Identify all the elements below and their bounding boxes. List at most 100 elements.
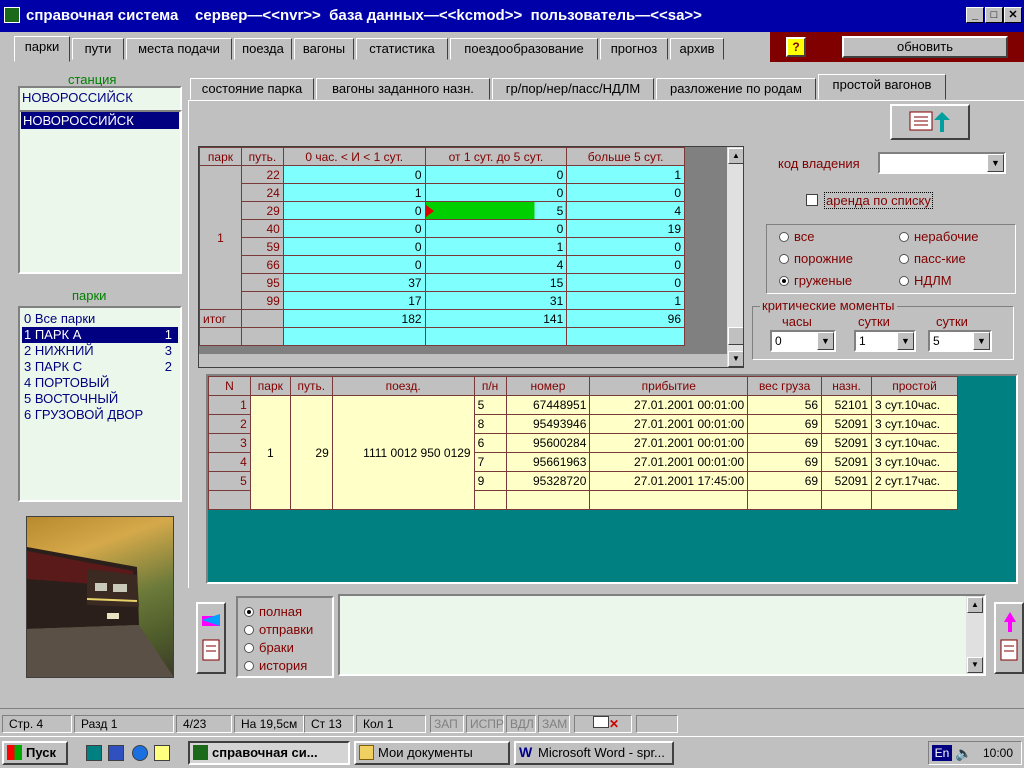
table-row[interactable]: 99 17 31 1 [200, 291, 685, 310]
count-cell[interactable]: 1 [566, 165, 685, 184]
parks-list-item[interactable]: 0 Все парки [22, 311, 178, 327]
park-grid-hscroll[interactable] [199, 353, 727, 367]
details-memo[interactable]: ▲ ▼ [338, 594, 986, 676]
pos-cell[interactable]: 6 [473, 433, 507, 453]
filter-option[interactable]: порожние [779, 251, 853, 266]
chevron-down-icon[interactable]: ▼ [987, 154, 1004, 172]
station-list[interactable]: НОВОРОССИЙСК [18, 110, 182, 274]
num-cell[interactable]: 95600284 [505, 433, 591, 453]
count-cell[interactable]: 4 [566, 201, 685, 220]
pos-cell[interactable]: 9 [473, 471, 507, 491]
park-grid-scrollbar[interactable]: ▲ ▼ [727, 147, 743, 367]
scroll-down-button[interactable]: ▼ [728, 351, 743, 367]
count-cell[interactable]: 0 [424, 183, 568, 202]
desktop-icon[interactable] [86, 745, 102, 761]
radio-icon[interactable] [899, 254, 909, 264]
idle-cell[interactable]: 3 сут.10час. [871, 433, 958, 453]
table-row[interactable]: 24 1 0 0 [200, 183, 685, 202]
radio-icon[interactable] [244, 607, 254, 617]
station-input[interactable]: НОВОРОССИЙСК [18, 86, 182, 112]
weight-cell[interactable]: 69 [747, 471, 823, 491]
hours-select[interactable]: 0 ▼ [770, 330, 836, 352]
tab-trains[interactable]: поезда [234, 38, 292, 60]
parks-list-item[interactable]: 6 ГРУЗОВОЙ ДВОР [22, 407, 178, 423]
mode-option[interactable]: браки [244, 640, 326, 658]
scroll-up-button[interactable]: ▲ [967, 597, 983, 613]
count-cell[interactable]: 0 [424, 165, 568, 184]
tab-wagons[interactable]: вагоны [294, 38, 354, 60]
count-cell[interactable]: 0 [566, 255, 685, 274]
parks-list[interactable]: 0 Все парки 1 ПАРК А 1 2 НИЖНИЙ 3 3 ПАРК С 2 4 … [18, 306, 182, 502]
arr-cell[interactable]: 27.01.2001 17:45:00 [589, 471, 749, 491]
minimize-button[interactable]: _ [966, 7, 984, 23]
speaker-icon[interactable]: 🔈 [955, 745, 972, 762]
subtab-loaded-empty[interactable]: гр/пор/нер/пасс/НДЛМ [492, 78, 654, 100]
language-indicator[interactable]: En [932, 745, 952, 761]
weight-cell[interactable]: 69 [747, 414, 823, 434]
tab-statistics[interactable]: статистика [356, 38, 448, 60]
num-cell[interactable]: 95328720 [505, 471, 591, 491]
station-list-item[interactable]: НОВОРОССИЙСК [21, 112, 179, 129]
status-ext[interactable]: ВДЛ [506, 715, 536, 733]
filter-option[interactable]: все [779, 229, 815, 244]
count-cell[interactable]: 0 [566, 273, 685, 292]
tab-parks[interactable]: парки [14, 36, 70, 62]
status-trk[interactable]: ИСПР [466, 715, 504, 733]
weight-cell[interactable]: 56 [747, 395, 823, 415]
scroll-up-button[interactable]: ▲ [728, 148, 743, 164]
num-cell[interactable]: 95661963 [505, 452, 591, 472]
track-cell[interactable]: 29 [289, 395, 333, 510]
filter-option[interactable]: пасс-кие [899, 251, 966, 266]
count-cell[interactable]: 1 [282, 183, 426, 202]
status-ovr[interactable]: ЗАМ [538, 715, 570, 733]
help-button[interactable]: ? [786, 37, 806, 57]
filter-option[interactable]: НДЛМ [899, 273, 952, 288]
parks-list-item[interactable]: 5 ВОСТОЧНЫЙ [22, 391, 178, 407]
idle-cell[interactable]: 2 сут.17час. [871, 471, 958, 491]
count-cell[interactable]: 31 [424, 291, 568, 310]
scroll-down-button[interactable]: ▼ [967, 657, 983, 673]
radio-icon[interactable] [244, 661, 254, 671]
radio-icon[interactable] [899, 276, 909, 286]
count-cell[interactable]: 0 [566, 237, 685, 256]
parks-list-item[interactable]: 3 ПАРК С 2 [22, 359, 178, 375]
outlook-icon[interactable] [108, 745, 124, 761]
mode-option[interactable]: отправки [244, 622, 326, 640]
arr-cell[interactable]: 27.01.2001 00:01:00 [589, 414, 749, 434]
track-cell[interactable]: 66 [240, 255, 284, 274]
left-nav-button[interactable] [196, 602, 226, 674]
maximize-button[interactable]: □ [985, 7, 1003, 23]
subtab-park-state[interactable]: состояние парка [190, 78, 314, 100]
dest-cell[interactable]: 52091 [821, 471, 872, 491]
table-row[interactable]: 95 37 15 0 [200, 273, 685, 292]
idle-cell[interactable]: 3 сут.10час. [871, 414, 958, 434]
ie-icon[interactable] [132, 745, 148, 761]
count-cell[interactable]: 19 [566, 219, 685, 238]
weight-cell[interactable]: 69 [747, 452, 823, 472]
pos-cell[interactable]: 5 [473, 395, 507, 415]
dest-cell[interactable]: 52101 [821, 395, 872, 415]
park-cell[interactable]: 1 [199, 165, 242, 310]
task-reference-system[interactable]: справочная си... [188, 741, 350, 765]
num-cell[interactable]: 67448951 [505, 395, 591, 415]
scroll-thumb[interactable] [728, 327, 743, 345]
track-cell[interactable]: 40 [240, 219, 284, 238]
parks-list-item[interactable]: 1 ПАРК А 1 [22, 327, 178, 343]
dest-cell[interactable]: 52091 [821, 433, 872, 453]
idle-cell[interactable]: 3 сут.10час. [871, 395, 958, 415]
parks-list-item[interactable]: 4 ПОРТОВЫЙ [22, 375, 178, 391]
parks-list-item[interactable]: 2 НИЖНИЙ 3 [22, 343, 178, 359]
right-nav-button[interactable] [994, 602, 1024, 674]
arr-cell[interactable]: 27.01.2001 00:01:00 [589, 395, 749, 415]
count-cell[interactable]: 0 [282, 237, 426, 256]
subtab-wagon-idle[interactable]: простой вагонов [818, 74, 946, 100]
track-cell[interactable]: 22 [240, 165, 284, 184]
arr-cell[interactable]: 27.01.2001 00:01:00 [589, 452, 749, 472]
dest-cell[interactable]: 52091 [821, 414, 872, 434]
count-cell[interactable]: 17 [282, 291, 426, 310]
radio-icon[interactable] [244, 643, 254, 653]
spellcheck-status[interactable]: ✕ [574, 715, 632, 733]
table-row[interactable]: 29 0 5 4 [200, 201, 685, 220]
park-cell[interactable]: 1 [249, 395, 291, 510]
close-button[interactable]: ✕ [1004, 7, 1022, 23]
